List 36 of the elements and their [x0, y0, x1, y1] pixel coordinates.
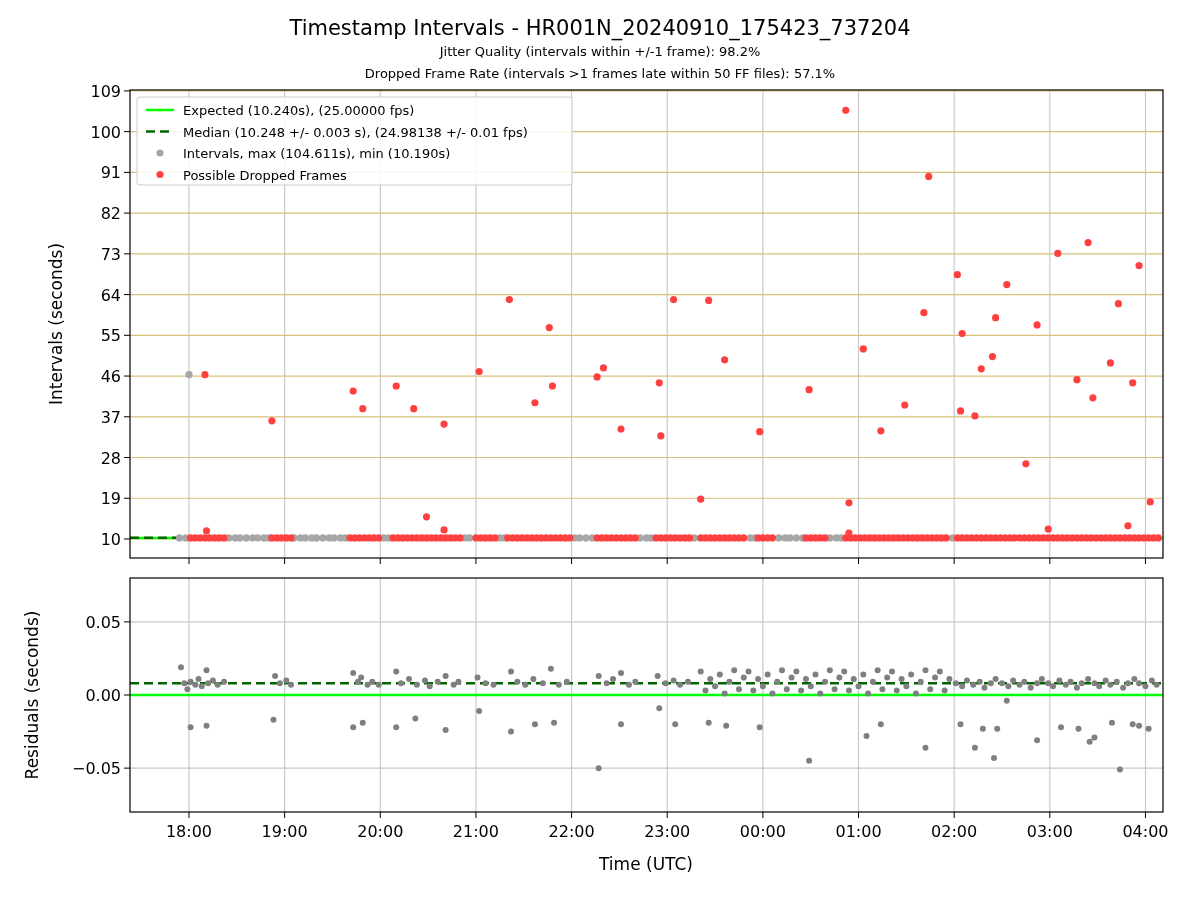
axis-label: Intervals (seconds)	[46, 242, 66, 406]
tick-label: 23:00	[644, 822, 691, 841]
chart-subtitle: Dropped Frame Rate (intervals >1 frames late within 50 FF files): 57.1%	[364, 65, 836, 83]
tick-label: 28	[100, 448, 121, 468]
tick-label: 04:00	[1122, 822, 1169, 841]
axis-label: Residuals (seconds)	[22, 610, 42, 780]
legend-label: Intervals, max (104.611s), min (10.190s)	[183, 146, 451, 161]
legend-label: Median (10.248 +/- 0.003 s), (24.98138 +/- 0.01 fps)	[183, 124, 528, 140]
legend-label: Expected (10.240s), (25.00000 fps)	[183, 103, 415, 118]
tick-label: 01:00	[835, 822, 882, 841]
tick-label: 21:00	[452, 822, 499, 841]
tick-label: 03:00	[1026, 822, 1073, 841]
tick-label: 55	[100, 326, 121, 346]
tick-label: 46	[100, 367, 121, 387]
tick-label: 00:00	[739, 822, 786, 841]
tick-label: 0.00	[85, 686, 121, 705]
tick-label: 18:00	[165, 822, 213, 841]
tick-label: 109	[90, 85, 121, 101]
tick-label: 37	[100, 407, 121, 427]
tick-label: 91	[100, 163, 121, 183]
tick-label: 64	[100, 285, 121, 305]
chart-title: Timestamp Intervals - HR001N_20240910_175423_737204	[289, 15, 911, 41]
tick-label: 100	[90, 122, 121, 142]
tick-label: 19:00	[261, 822, 308, 841]
tick-label: 73	[100, 244, 121, 264]
tick-label: 10	[100, 530, 121, 549]
axis-label: Time (UTC)	[599, 854, 693, 874]
tick-label: 0.05	[85, 612, 121, 632]
tick-label: 20:00	[357, 822, 404, 841]
chart-subtitle: Jitter Quality (intervals within +/-1 frame): 98.2%	[439, 43, 761, 61]
tick-label: 82	[100, 204, 121, 224]
tick-label: 22:00	[548, 822, 595, 841]
legend-label: Possible Dropped Frames	[183, 167, 347, 183]
tick-label: 19	[100, 489, 121, 509]
tick-label: −0.05	[71, 759, 121, 779]
tick-label: 02:00	[931, 822, 978, 841]
